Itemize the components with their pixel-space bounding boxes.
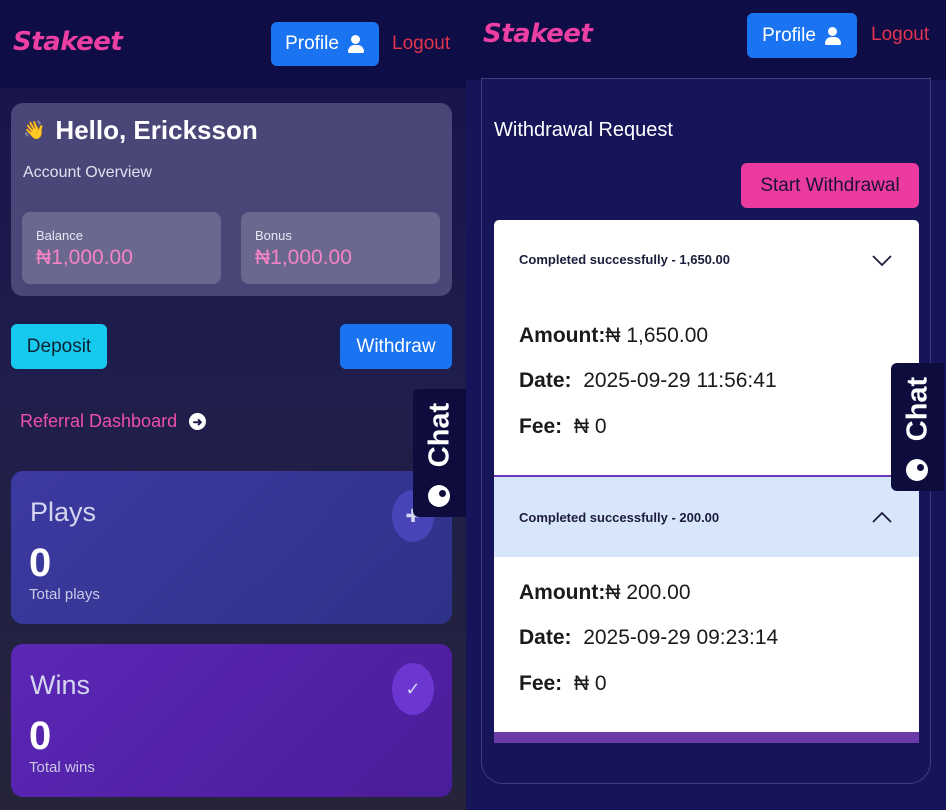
user-icon xyxy=(347,35,365,53)
date-label: Date: xyxy=(519,626,572,649)
profile-button[interactable]: Profile xyxy=(271,22,379,66)
profile-button-label: Profile xyxy=(762,24,816,46)
balance-card: Balance ₦1,000.00 xyxy=(22,212,221,284)
deposit-button[interactable]: Deposit xyxy=(11,324,107,369)
date-value: 2025-09-29 11:56:41 xyxy=(583,369,777,392)
top-navbar: Stakeet Profile Logout xyxy=(466,0,946,80)
fee-row: Fee: ₦ 0 xyxy=(519,415,607,439)
withdrawal-summary: Completed successfully - 1,650.00 xyxy=(519,252,730,267)
date-value: 2025-09-29 09:23:14 xyxy=(583,626,779,649)
date-row: Date: 2025-09-29 09:23:14 xyxy=(519,626,778,650)
plays-title: Plays xyxy=(30,497,97,527)
dashboard-pane: Stakeet Profile Logout 👋 Hello, Ericksso… xyxy=(0,0,466,810)
top-navbar: Stakeet Profile Logout xyxy=(0,0,466,88)
start-withdrawal-button[interactable]: Start Withdrawal xyxy=(741,163,919,208)
stakeet-logo[interactable]: Stakeet xyxy=(13,27,123,57)
date-label: Date: xyxy=(519,369,572,392)
wins-card: Wins 0 Total wins ✓ xyxy=(11,644,452,797)
bonus-label: Bonus xyxy=(255,228,292,243)
fee-row: Fee: ₦ 0 xyxy=(519,672,607,696)
referral-dashboard-link[interactable]: Referral Dashboard ➜ xyxy=(20,411,207,432)
amount-label: Amount: xyxy=(519,581,606,604)
bonus-value: ₦1,000.00 xyxy=(255,246,352,269)
fee-value: ₦ 0 xyxy=(573,672,607,695)
plays-card: Plays 0 Total plays ✚ xyxy=(11,471,452,624)
checkmark-icon: ✓ xyxy=(392,663,434,715)
date-row: Date: 2025-09-29 11:56:41 xyxy=(519,369,777,393)
withdraw-button[interactable]: Withdraw xyxy=(340,324,452,369)
fee-label: Fee: xyxy=(519,672,563,695)
chat-label: Chat xyxy=(901,376,933,442)
logout-link[interactable]: Logout xyxy=(392,33,450,55)
balance-label: Balance xyxy=(36,228,83,243)
account-overview-card: 👋 Hello, Ericksson Account Overview Bala… xyxy=(11,103,452,296)
account-overview-label: Account Overview xyxy=(23,164,152,181)
balance-value: ₦1,000.00 xyxy=(36,246,133,269)
arrow-right-circle-icon: ➜ xyxy=(189,413,207,430)
chevron-down-icon xyxy=(872,255,892,267)
plays-caption: Total plays xyxy=(29,586,100,603)
wins-count: 0 xyxy=(29,714,52,758)
chat-button[interactable]: Chat xyxy=(413,389,466,517)
logout-link[interactable]: Logout xyxy=(871,24,929,46)
chat-button[interactable]: Chat xyxy=(891,363,944,491)
amount-row: Amount:₦ 200.00 xyxy=(519,581,691,605)
accordion-bottom-bar xyxy=(494,732,919,743)
withdrawal-item-header[interactable]: Completed successfully - 200.00 xyxy=(494,477,919,557)
chat-bubble-icon xyxy=(906,459,928,481)
withdrawal-pane: Stakeet Profile Logout Withdrawal Reques… xyxy=(466,0,946,810)
withdrawal-history-accordion: Completed successfully - 1,650.00 Amount… xyxy=(494,220,919,743)
stakeet-logo[interactable]: Stakeet xyxy=(483,19,593,49)
chat-label: Chat xyxy=(423,402,455,468)
bonus-card: Bonus ₦1,000.00 xyxy=(241,212,440,284)
fee-value: ₦ 0 xyxy=(573,415,607,438)
wins-caption: Total wins xyxy=(29,759,95,776)
greeting: 👋 Hello, Ericksson xyxy=(23,115,258,146)
greeting-text: Hello, Ericksson xyxy=(55,115,258,145)
amount-row: Amount:₦ 1,650.00 xyxy=(519,324,708,348)
withdrawal-request-title: Withdrawal Request xyxy=(494,119,673,141)
referral-dashboard-label: Referral Dashboard xyxy=(20,411,178,431)
withdrawal-summary: Completed successfully - 200.00 xyxy=(519,510,720,525)
user-icon xyxy=(824,26,842,45)
waving-hand-icon: 👋 xyxy=(23,120,46,140)
profile-button[interactable]: Profile xyxy=(747,13,857,58)
plays-count: 0 xyxy=(29,541,52,585)
chat-bubble-icon xyxy=(428,485,450,507)
wins-title: Wins xyxy=(30,670,90,700)
fee-label: Fee: xyxy=(519,415,563,438)
withdrawal-item-header[interactable]: Completed successfully - 1,650.00 xyxy=(494,220,919,300)
amount-value: ₦ 200.00 xyxy=(605,581,691,604)
amount-value: ₦ 1,650.00 xyxy=(605,324,709,347)
amount-label: Amount: xyxy=(519,324,606,347)
chevron-up-icon xyxy=(872,511,892,523)
profile-button-label: Profile xyxy=(285,33,339,54)
